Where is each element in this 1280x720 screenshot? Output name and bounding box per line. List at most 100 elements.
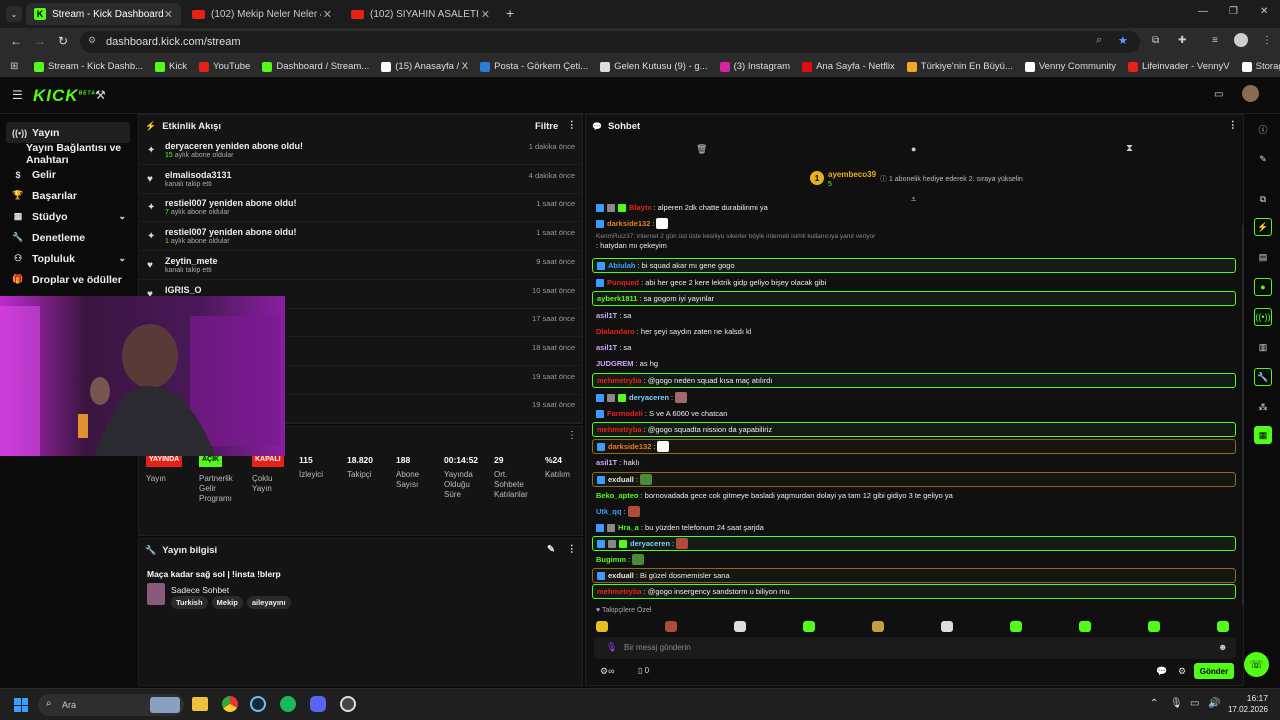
- filter-button[interactable]: Filtre: [535, 121, 558, 132]
- more-options-icon[interactable]: ⋮: [567, 544, 577, 555]
- category-thumbnail[interactable]: [147, 583, 165, 605]
- bookmark-item[interactable]: Stream - Kick Dashb...: [34, 61, 143, 72]
- chat-icon[interactable]: ●: [1254, 278, 1272, 296]
- chat-message[interactable]: mehmetryba: @gogo squadta nission da yap…: [592, 422, 1236, 437]
- tray-chevron-icon[interactable]: ⌃: [1150, 698, 1158, 709]
- emote-icon[interactable]: [1217, 621, 1229, 632]
- chat-username[interactable]: mehmetryba: [597, 425, 642, 434]
- stream-manager-icon[interactable]: ▭: [1214, 89, 1223, 100]
- emote-tab[interactable]: ♥ Takipçilere Özel: [596, 607, 651, 614]
- emote-icon[interactable]: [941, 621, 953, 632]
- activity-row[interactable]: ♥ Zeytin_mete kanalı takip etti 9 saat önce: [139, 252, 583, 280]
- more-options-icon[interactable]: ⋮: [1228, 120, 1238, 131]
- bookmark-item[interactable]: Kick: [155, 61, 187, 72]
- chat-username[interactable]: exduall: [608, 571, 634, 580]
- chat-username[interactable]: mehmetryba: [597, 587, 642, 596]
- chat-message[interactable]: Beko_apteo: bornovadada gece cok gitmeye…: [592, 488, 1236, 503]
- info-icon[interactable]: ⓘ: [1254, 120, 1272, 138]
- bookmark-item[interactable]: Venny Community: [1024, 61, 1116, 72]
- points-icon[interactable]: ⚙∞: [600, 666, 614, 677]
- emote-icon[interactable]: [1010, 621, 1022, 632]
- tag-chip[interactable]: Mekip: [211, 596, 243, 609]
- bookmark-item[interactable]: YouTube: [198, 61, 250, 72]
- kick-logo[interactable]: KICKBETA: [33, 86, 96, 106]
- lightning-icon[interactable]: ⚡: [1254, 218, 1272, 236]
- bookmark-item[interactable]: Posta - Görkem Çeti...: [480, 61, 588, 72]
- chat-message[interactable]: Blaytx: alperen 2dk chatte durabilinmi y…: [592, 200, 1236, 215]
- sidebar-item[interactable]: ⚇ Topluluk ⌄: [6, 248, 130, 269]
- pin-tool-icon[interactable]: ⚒: [95, 88, 106, 102]
- chat-username[interactable]: asil1T: [596, 458, 617, 467]
- clock-date[interactable]: 17.02.2026: [1220, 705, 1268, 714]
- bookmark-item[interactable]: Storage | Fivemanage: [1241, 61, 1280, 72]
- chat-mode-icon[interactable]: ●: [911, 144, 916, 154]
- top-gifter-name[interactable]: ayembeco39: [828, 170, 876, 179]
- app-icon[interactable]: [340, 696, 356, 712]
- forward-icon[interactable]: →: [34, 34, 46, 48]
- chat-username[interactable]: JUDGREM: [596, 359, 634, 368]
- zoom-icon[interactable]: ⌕: [1096, 34, 1102, 47]
- chat-username[interactable]: Utk_qq: [596, 507, 621, 516]
- clock-time[interactable]: 16:17: [1228, 693, 1268, 703]
- emote-icon[interactable]: [734, 621, 746, 632]
- chrome-icon[interactable]: [222, 696, 238, 712]
- wrench-icon[interactable]: 🔧: [1254, 368, 1272, 386]
- chat-message[interactable]: mehmetryba: @gogo neden squad kısa maç a…: [592, 373, 1236, 388]
- edit-icon[interactable]: ✎: [547, 544, 555, 555]
- bookmark-item[interactable]: Gelen Kutusu (9) - g...: [600, 61, 708, 72]
- chat-username[interactable]: Bugimm: [596, 555, 626, 564]
- chat-username[interactable]: Abiulah: [608, 261, 636, 270]
- microphone-icon[interactable]: 🎙: [606, 642, 617, 653]
- chat-username[interactable]: Dlalandaro: [596, 327, 635, 336]
- close-icon[interactable]: ✕: [481, 8, 490, 21]
- new-tab-icon[interactable]: +: [506, 5, 514, 21]
- chat-message[interactable]: exduall: Bi güzel dosmemisler sana: [592, 568, 1236, 583]
- bookmark-item[interactable]: Lifeinvader - VennyV: [1127, 61, 1230, 72]
- chat-message[interactable]: asil1T: sa: [592, 340, 1236, 355]
- chat-message[interactable]: Dlalandaro: her şeyi saydın zaten ne kal…: [592, 324, 1236, 339]
- spotify-icon[interactable]: [280, 696, 296, 712]
- bookmark-item[interactable]: Türkiye'nin En Büyü...: [906, 61, 1013, 72]
- sidebar-item[interactable]: $ Gelir: [6, 164, 130, 185]
- chat-message[interactable]: darkside132:: [592, 216, 1236, 231]
- chat-message[interactable]: Punqued: abi her gece 2 kere lektrik gid…: [592, 275, 1236, 290]
- sidebar-item[interactable]: 🏆 Başarılar: [6, 185, 130, 206]
- emoji-icon[interactable]: ☻: [1218, 642, 1227, 652]
- chat-username[interactable]: darkside132: [608, 442, 651, 451]
- emote-icon[interactable]: [1148, 621, 1160, 632]
- tab-youtube-1[interactable]: (102) Mekip Neler Neler 48.Böl ✕: [184, 3, 340, 25]
- chat-message[interactable]: exduall:: [592, 472, 1236, 487]
- steam-icon[interactable]: [250, 696, 266, 712]
- sidebar-item[interactable]: 🔧 Denetleme: [6, 227, 130, 248]
- send-button[interactable]: Gönder: [1194, 663, 1234, 679]
- chat-message[interactable]: ayberk1811: sa gogom iyi yayınlar: [592, 291, 1236, 306]
- back-icon[interactable]: ←: [10, 34, 22, 48]
- tab-youtube-2[interactable]: (102) SİYAHIN ASALETİ | Madar ✕: [343, 3, 498, 25]
- chat-message[interactable]: Bugimm:: [592, 552, 1236, 567]
- bookmark-item[interactable]: (15) Anasayfa / X: [381, 61, 468, 72]
- activity-row[interactable]: ♥ elmalisoda3131 kanalı takip etti 4 dakika…: [139, 166, 583, 194]
- activity-row[interactable]: ✦ deryaceren yeniden abone oldu! 15 aylık …: [139, 137, 583, 165]
- plugin-icon[interactable]: ▦: [1254, 426, 1272, 444]
- close-icon[interactable]: ✕: [164, 8, 173, 21]
- sidebar-item[interactable]: ((•)) Yayın: [6, 122, 130, 143]
- hamburger-menu-icon[interactable]: ☰: [12, 88, 23, 102]
- chat-message[interactable]: mehmetryba: @gogo insergency sandstorm u…: [592, 584, 1236, 599]
- bookmark-star-icon[interactable]: ★: [1118, 34, 1128, 47]
- maximize-icon[interactable]: ❐: [1229, 6, 1238, 17]
- file-explorer-icon[interactable]: [192, 697, 208, 711]
- profile-avatar[interactable]: [1234, 33, 1248, 47]
- chevron-down-icon[interactable]: ⌄: [118, 211, 126, 222]
- activity-row[interactable]: ✦ restiel007 yeniden abone oldu! 7 aylık a…: [139, 194, 583, 223]
- volume-icon[interactable]: 🔊: [1208, 698, 1220, 709]
- user-avatar[interactable]: [1242, 85, 1259, 102]
- clipboard-icon[interactable]: ▤: [1254, 248, 1272, 266]
- tag-chip[interactable]: Turkish: [171, 596, 208, 609]
- emote-icon[interactable]: [1079, 621, 1091, 632]
- extension-icon[interactable]: ⧉: [1152, 35, 1159, 46]
- emote-icon[interactable]: [872, 621, 884, 632]
- puzzle-icon[interactable]: ✚: [1178, 35, 1186, 46]
- chat-username[interactable]: Blaytx: [629, 203, 652, 212]
- nodes-icon[interactable]: ⁂: [1254, 398, 1272, 416]
- url-input[interactable]: ⚙ dashboard.kick.com/stream ⌕ ★: [80, 31, 1140, 53]
